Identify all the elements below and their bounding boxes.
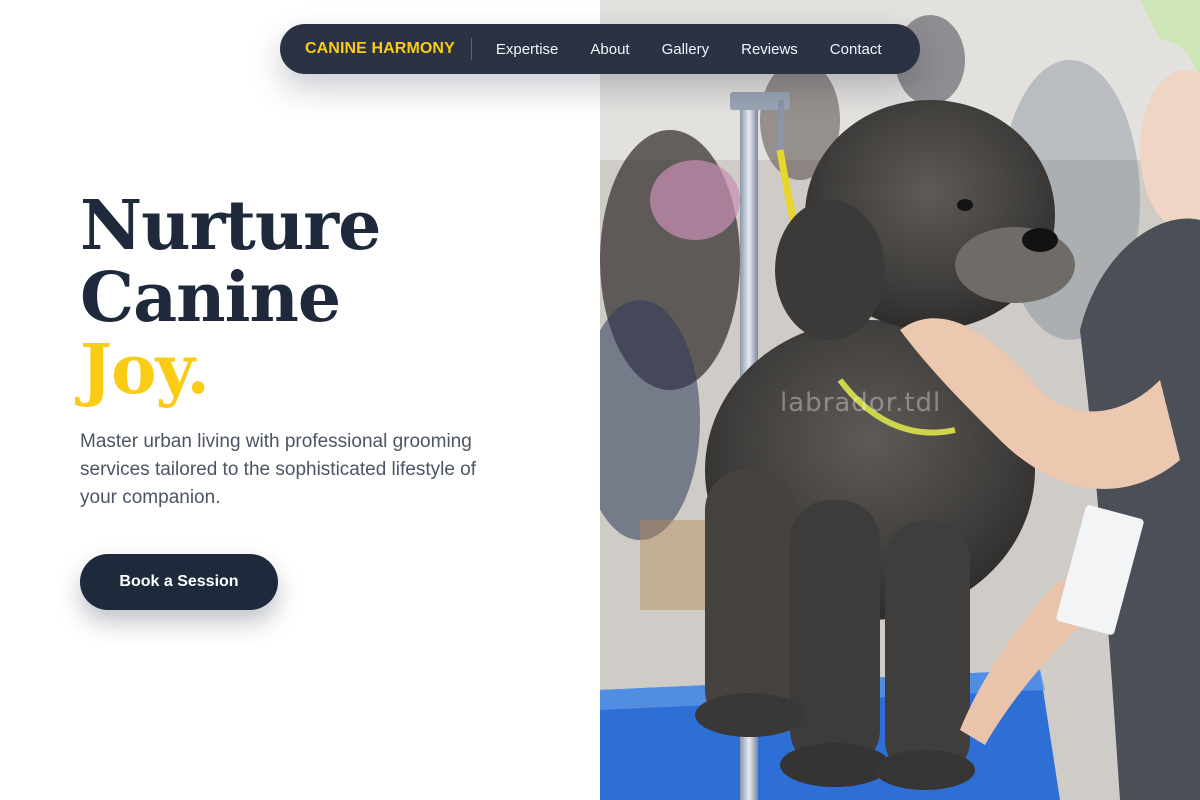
- headline-accent: Joy.: [80, 330, 210, 410]
- hero-subtitle: Master urban living with professional gr…: [80, 431, 477, 508]
- nav-link-gallery[interactable]: Gallery: [662, 41, 710, 58]
- headline-line-2: Canine: [80, 258, 341, 338]
- nav-link-contact[interactable]: Contact: [830, 41, 882, 58]
- hero-headline: Nurture Canine Joy.: [80, 190, 580, 406]
- nav-link-expertise[interactable]: Expertise: [496, 41, 559, 58]
- headline-line-1: Nurture: [80, 186, 381, 266]
- nav-divider: [470, 38, 472, 60]
- book-session-button[interactable]: Book a Session: [80, 554, 278, 610]
- nav-links: Expertise About Gallery Reviews Contact: [496, 41, 882, 58]
- hero-photo: labrador.tdl: [600, 0, 1200, 800]
- brand-logo[interactable]: CANINE HARMONY: [305, 40, 455, 58]
- photo-watermark: labrador.tdl: [780, 388, 942, 418]
- top-navigation: CANINE HARMONY Expertise About Gallery R…: [280, 24, 920, 74]
- nav-link-reviews[interactable]: Reviews: [741, 41, 798, 58]
- nav-link-about[interactable]: About: [590, 41, 629, 58]
- hero-section: Nurture Canine Joy. Master urban living …: [80, 190, 580, 512]
